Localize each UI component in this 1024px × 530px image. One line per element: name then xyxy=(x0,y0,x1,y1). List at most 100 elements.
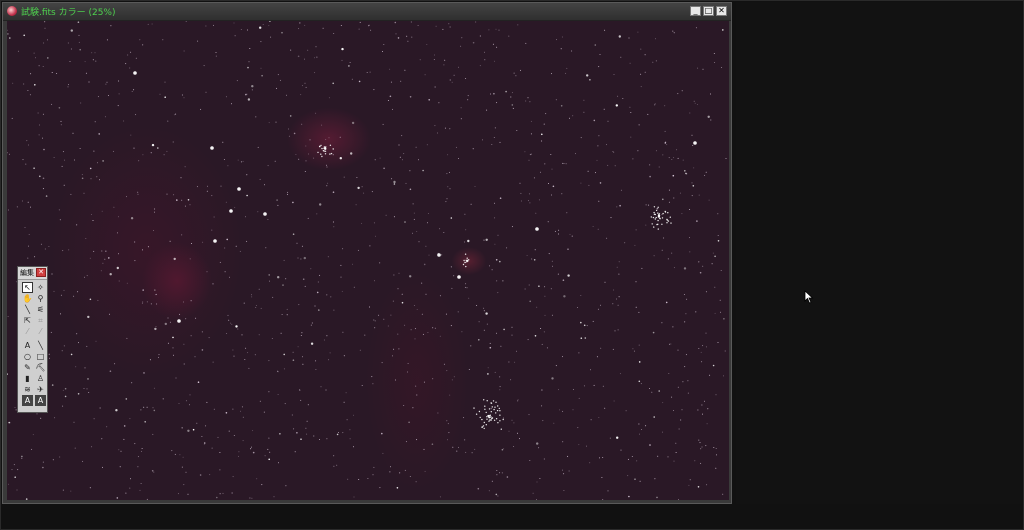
pencil-tool-icon[interactable]: ✎ xyxy=(22,362,33,373)
app-icon[interactable] xyxy=(7,6,17,16)
star xyxy=(7,29,8,31)
star xyxy=(434,327,436,329)
airbrush-tool-icon[interactable]: ✈ xyxy=(35,384,46,395)
star xyxy=(531,258,533,260)
star xyxy=(167,120,169,122)
star xyxy=(533,259,536,261)
star xyxy=(713,447,715,448)
measure-tool-icon[interactable]: ╲ xyxy=(22,304,33,315)
star xyxy=(638,344,640,346)
close-button[interactable]: ✕ xyxy=(716,6,727,16)
star xyxy=(651,391,653,393)
star xyxy=(333,33,335,34)
star xyxy=(8,421,10,424)
star xyxy=(668,157,670,159)
astro-image-canvas[interactable] xyxy=(7,21,729,500)
star xyxy=(399,472,401,474)
star xyxy=(151,143,155,147)
gradient-tool-icon[interactable]: ≋ xyxy=(22,384,33,395)
star xyxy=(397,333,399,335)
star xyxy=(694,460,696,462)
line-tool-icon[interactable]: ╲ xyxy=(35,340,46,351)
star xyxy=(342,331,344,333)
crop-tool-icon[interactable]: ⌗ xyxy=(35,315,46,326)
stamp-tool-icon[interactable]: ♙ xyxy=(35,373,46,384)
star xyxy=(671,159,673,160)
star xyxy=(72,132,74,134)
star xyxy=(483,239,485,241)
star xyxy=(516,350,517,352)
star xyxy=(416,394,418,396)
star xyxy=(326,294,328,296)
select-arrow-tool-icon[interactable]: ↖ xyxy=(22,282,33,293)
star xyxy=(283,353,286,356)
star xyxy=(81,174,83,176)
star xyxy=(435,25,437,27)
star xyxy=(301,123,303,125)
star xyxy=(202,241,204,243)
star xyxy=(197,40,199,42)
star xyxy=(666,222,668,224)
star xyxy=(464,261,466,264)
star xyxy=(442,28,444,30)
star xyxy=(416,439,418,441)
image-window[interactable]: 試験.fits カラー (25%) _ □ ✕ xyxy=(2,2,732,504)
star xyxy=(702,68,704,70)
star xyxy=(84,61,86,63)
workspace-background xyxy=(736,2,1022,504)
star xyxy=(231,103,232,105)
edit-tool-palette[interactable]: 編集 ✕ ↖ ✧ ✋ ⚲ ╲ ⚟ ⇱ ⌗ ⁄ ⁄ A ╲ ○ □ ✎ ⛏ ▮ ♙ ≋ ✈ A A xyxy=(17,266,48,413)
star xyxy=(332,221,334,223)
star xyxy=(497,292,499,294)
ellipse-tool-icon[interactable]: ○ xyxy=(22,351,33,362)
star xyxy=(393,216,395,218)
star xyxy=(541,343,543,345)
star xyxy=(488,408,491,410)
star xyxy=(139,489,141,491)
transform-tool-icon[interactable]: ⇱ xyxy=(22,315,33,326)
window-title-bar[interactable]: 試験.fits カラー (25%) _ □ ✕ xyxy=(3,3,731,21)
foreground-color-icon[interactable]: A xyxy=(22,395,33,406)
star xyxy=(319,203,322,206)
fill-tool-icon[interactable]: ⛏ xyxy=(35,362,46,373)
magic-wand-tool-icon[interactable]: ✧ xyxy=(35,282,46,293)
text-tool-icon[interactable]: A xyxy=(22,340,33,351)
star xyxy=(597,145,599,147)
brush-tool-icon[interactable]: ⁄ xyxy=(22,326,33,337)
star xyxy=(48,246,50,247)
background-color-icon[interactable]: A xyxy=(35,395,46,406)
smudge-tool-icon[interactable]: ⁄ xyxy=(35,326,46,337)
eyedropper-tool-icon[interactable]: ⚟ xyxy=(35,304,46,315)
star xyxy=(255,116,257,118)
minimize-button[interactable]: _ xyxy=(690,6,701,16)
star xyxy=(108,257,110,259)
star xyxy=(618,261,620,263)
star xyxy=(653,226,655,228)
palette-title-bar[interactable]: 編集 ✕ xyxy=(18,267,47,280)
star xyxy=(641,267,643,269)
rectangle-tool-icon[interactable]: □ xyxy=(35,351,46,362)
star xyxy=(201,349,204,351)
star xyxy=(565,163,567,165)
star xyxy=(485,424,487,426)
star xyxy=(681,213,683,215)
star xyxy=(600,347,602,349)
palette-close-button[interactable]: ✕ xyxy=(36,268,46,277)
star xyxy=(56,73,58,74)
star xyxy=(105,83,107,85)
star xyxy=(339,136,341,138)
star xyxy=(269,280,270,282)
star xyxy=(251,294,252,296)
star xyxy=(496,280,498,282)
star xyxy=(712,364,715,367)
star xyxy=(508,430,510,432)
star xyxy=(84,276,85,278)
star xyxy=(220,185,222,187)
star xyxy=(155,293,157,295)
star xyxy=(300,94,302,96)
eraser-tool-icon[interactable]: ▮ xyxy=(22,373,33,384)
maximize-button[interactable]: □ xyxy=(703,6,714,16)
zoom-tool-icon[interactable]: ⚲ xyxy=(35,293,46,304)
star xyxy=(541,389,543,391)
hand-tool-icon[interactable]: ✋ xyxy=(22,293,33,304)
